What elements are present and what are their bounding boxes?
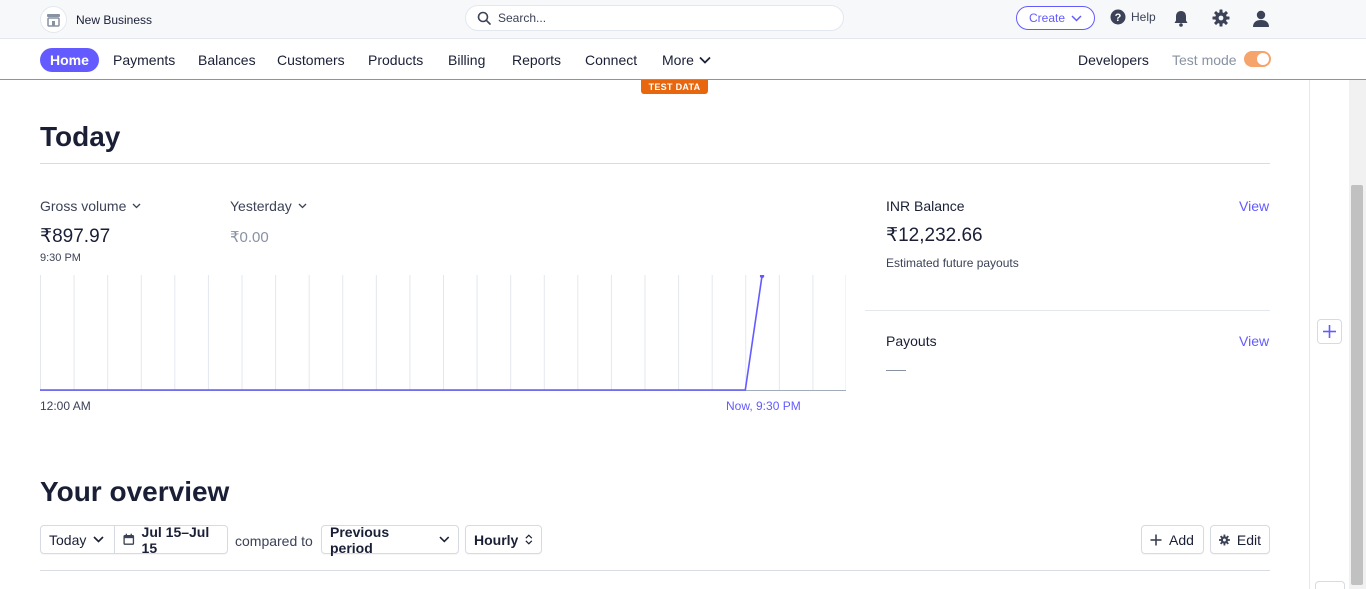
help-label: Help (1131, 10, 1156, 24)
compare-period-select[interactable]: Previous period (321, 523, 459, 556)
test-mode-label: Test mode (1172, 52, 1237, 68)
top-bar: New Business Create ? Help (0, 0, 1366, 39)
store-icon (40, 6, 67, 33)
gross-volume-value: ₹897.97 (40, 226, 111, 247)
nav-balances[interactable]: Balances (198, 48, 256, 72)
chart-end-label: Now, 9:30 PM (726, 399, 801, 413)
main-nav: Home Payments Balances Customers Product… (0, 39, 1366, 80)
plus-icon (1323, 325, 1336, 338)
chevron-down-icon (699, 56, 711, 64)
edit-overview-button[interactable]: Edit (1210, 525, 1270, 554)
date-range-label: Jul 15–Jul 15 (141, 523, 210, 556)
scrollbar-thumb[interactable] (1351, 185, 1363, 585)
chart-start-label: 12:00 AM (40, 399, 91, 413)
chart-series-line (40, 275, 763, 391)
payouts-title: Payouts (886, 333, 937, 349)
range-label: Today (49, 531, 87, 548)
gear-icon (1219, 534, 1230, 545)
nav-connect[interactable]: Connect (585, 48, 637, 72)
yesterday-label: Yesterday (230, 198, 292, 214)
gross-volume-label: Gross volume (40, 198, 127, 214)
balance-view-link[interactable]: View (1239, 198, 1269, 214)
test-mode-toggle[interactable] (1244, 51, 1271, 67)
chevron-down-icon (1071, 14, 1082, 22)
balance-subtitle: Estimated future payouts (886, 256, 1019, 270)
help-icon: ? (1110, 9, 1126, 25)
nav-payments[interactable]: Payments (113, 48, 175, 72)
overview-divider (40, 570, 1270, 571)
profile-button[interactable] (1251, 8, 1271, 28)
plus-icon (1150, 534, 1162, 545)
nav-home[interactable]: Home (40, 48, 99, 72)
payouts-view-link[interactable]: View (1239, 333, 1269, 349)
nav-more[interactable]: More (662, 48, 711, 72)
payouts-empty-dash (886, 370, 906, 371)
search-input[interactable] (498, 11, 818, 25)
account-name: New Business (76, 12, 153, 27)
rail-add-button[interactable] (1317, 319, 1342, 344)
settings-button[interactable] (1211, 8, 1231, 28)
create-label: Create (1028, 11, 1066, 25)
chart-point-latest[interactable] (759, 275, 765, 279)
account-switcher[interactable]: New Business (40, 6, 152, 33)
search-bar[interactable] (465, 5, 844, 31)
add-label: Add (1169, 531, 1194, 548)
search-icon (477, 11, 491, 25)
today-heading: Today (40, 121, 121, 152)
developers-link[interactable]: Developers (1078, 52, 1149, 68)
chevron-down-icon (132, 203, 141, 209)
date-range-picker[interactable]: Jul 15–Jul 15 (114, 523, 228, 556)
compare-period-label: Previous period (330, 523, 390, 556)
create-button[interactable]: Create (1016, 6, 1095, 30)
nav-billing[interactable]: Billing (448, 48, 485, 72)
range-select[interactable]: Today (40, 525, 115, 554)
chevron-down-icon (298, 203, 307, 209)
balance-divider (865, 310, 1270, 311)
user-icon (1253, 10, 1269, 27)
sort-arrows-icon (525, 534, 533, 545)
chevron-down-icon (93, 536, 104, 543)
overview-heading: Your overview (40, 476, 230, 507)
nav-products[interactable]: Products (368, 48, 423, 72)
inr-balance-title: INR Balance (886, 198, 965, 214)
test-data-badge: TEST DATA (641, 80, 708, 94)
gross-volume-chart (40, 275, 846, 391)
compared-to-label: compared to (235, 533, 313, 549)
help-button[interactable]: ? Help (1110, 9, 1156, 25)
yesterday-selector[interactable]: Yesterday (230, 198, 307, 214)
notifications-button[interactable] (1171, 8, 1191, 28)
gear-icon (1212, 9, 1230, 27)
yesterday-value: ₹0.00 (230, 229, 269, 246)
inr-balance-value: ₹12,232.66 (886, 225, 983, 246)
calendar-icon (123, 533, 135, 545)
gross-volume-time: 9:30 PM (40, 252, 81, 264)
nav-reports[interactable]: Reports (512, 48, 561, 72)
chevron-down-icon (439, 536, 450, 543)
nav-customers[interactable]: Customers (277, 48, 345, 72)
svg-text:?: ? (1115, 12, 1122, 24)
gross-volume-selector[interactable]: Gross volume (40, 198, 141, 214)
today-divider (40, 163, 1270, 164)
add-widget-button[interactable]: Add (1141, 525, 1204, 554)
interval-select[interactable]: Hourly (465, 525, 542, 554)
bell-icon (1174, 10, 1188, 27)
rail-button-partial[interactable] (1315, 581, 1345, 589)
edit-label: Edit (1236, 531, 1261, 548)
interval-label: Hourly (474, 531, 519, 548)
nav-more-label: More (662, 52, 694, 68)
